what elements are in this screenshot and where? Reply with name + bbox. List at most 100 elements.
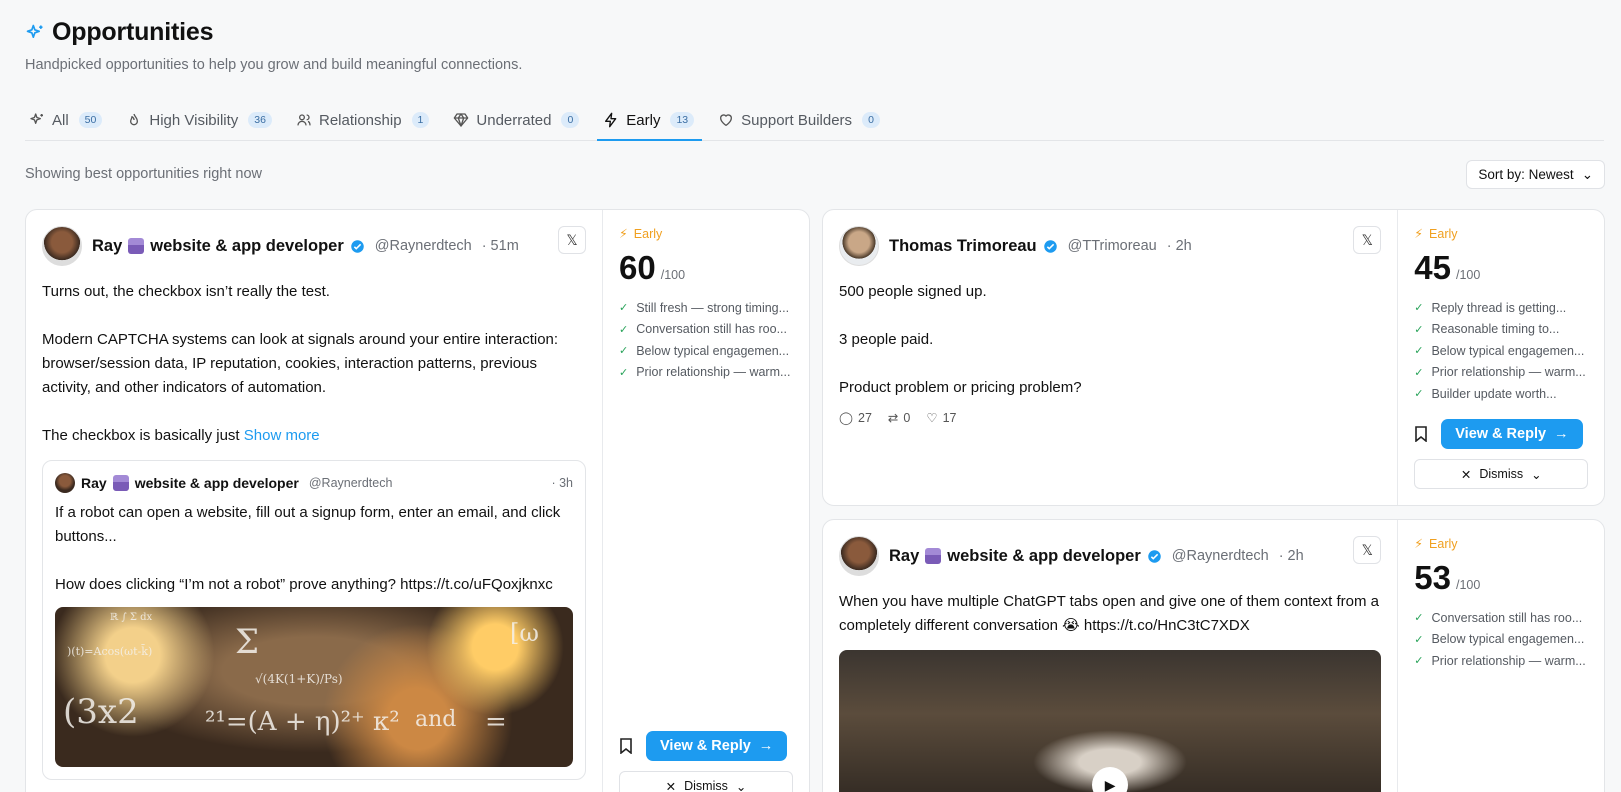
bookmark-icon[interactable] — [619, 738, 633, 754]
tweet-text: When you have multiple ChatGPT tabs open… — [839, 593, 1380, 634]
post-time: · 2h — [1166, 238, 1192, 254]
author-name[interactable]: Ray website & app developer — [889, 547, 1162, 566]
post-time: · 51m — [481, 238, 519, 254]
retweet-icon: ⇄ — [887, 411, 899, 425]
tweet-text: 500 people signed up. 3 people paid. Pro… — [839, 283, 1082, 396]
view-reply-button[interactable]: View & Reply → — [646, 731, 788, 761]
users-icon — [297, 114, 311, 126]
media-video[interactable]: ▶ — [839, 650, 1382, 792]
sparkles-icon — [30, 113, 43, 124]
view-reply-button[interactable]: View & Reply → — [1441, 419, 1583, 449]
author-name[interactable]: Ray website & app developer — [92, 237, 365, 256]
check-icon: ✓ — [1414, 323, 1424, 336]
zap-icon: ⚡ — [1414, 537, 1424, 551]
tab-support-builders[interactable]: Support Builders 0 — [714, 100, 884, 140]
author-handle[interactable]: @TTrimoreau — [1068, 238, 1157, 254]
verified-badge-icon — [1043, 239, 1057, 253]
reason-item: ✓ Below typical engagemen... — [1414, 343, 1585, 358]
bookmark-icon[interactable] — [1414, 426, 1428, 442]
tab-label: Support Builders — [741, 111, 853, 129]
tab-count-badge: 0 — [862, 112, 880, 128]
tab-label: High Visibility — [149, 111, 239, 129]
tweet-panel: Thomas Trimoreau @TTrimoreau · 2h 𝕏 500 … — [823, 210, 1399, 505]
author-name[interactable]: Thomas Trimoreau — [889, 237, 1058, 256]
score: 45/100 — [1414, 249, 1481, 286]
reason-item: ✓ Prior relationship — warm... — [1414, 653, 1586, 668]
quote-author-name: Ray — [81, 475, 107, 491]
avatar — [55, 473, 75, 493]
chevron-down-icon: ⌄ — [735, 779, 747, 792]
check-icon: ✓ — [1414, 633, 1424, 646]
reason-item: ✓ Reasonable timing to... — [1414, 322, 1560, 337]
close-icon: ✕ — [665, 779, 677, 792]
tab-count-badge: 36 — [248, 112, 272, 128]
quoted-tweet[interactable]: Ray website & app developer @Raynerdtech… — [42, 460, 586, 780]
score: 53/100 — [1414, 559, 1481, 596]
check-icon: ✓ — [619, 366, 629, 379]
score-panel: ⚡ Early 45/100 ✓ Reply thread is getting..… — [1398, 210, 1604, 505]
tab-all[interactable]: All 50 — [25, 100, 106, 140]
score-panel: ⚡ Early 53/100 ✓ Conversation still has ro… — [1398, 520, 1604, 792]
dismiss-button[interactable]: ✕ Dismiss ⌄ — [619, 771, 793, 792]
zap-icon: ⚡ — [1414, 227, 1424, 241]
reason-item: ✓ Below typical engagemen... — [1414, 632, 1585, 647]
close-icon: ✕ — [1460, 467, 1472, 482]
zap-icon — [605, 112, 617, 128]
page-subtitle: Handpicked opportunities to help you gro… — [25, 57, 523, 73]
comment-icon: ◯ — [839, 411, 853, 425]
quote-text: If a robot can open a website, fill out … — [55, 504, 561, 593]
verified-badge-icon — [351, 239, 364, 253]
quote-author-suffix: website & app developer — [134, 475, 299, 491]
like-count[interactable]: ♡ 17 — [926, 410, 956, 426]
zap-icon: ⚡ — [619, 227, 628, 241]
heart-icon: ♡ — [926, 411, 938, 425]
tab-high-visibility[interactable]: High Visibility 36 — [122, 100, 276, 140]
reason-list: ✓ Still fresh — strong timing... ✓ Convers… — [619, 297, 793, 383]
tab-relationship[interactable]: Relationship 1 — [292, 100, 433, 140]
reason-item: ✓ Conversation still has roo... — [1414, 610, 1583, 625]
tweet-panel: Ray website & app developer @Raynerdtech… — [823, 520, 1399, 792]
check-icon: ✓ — [619, 345, 629, 358]
tab-count-badge: 50 — [78, 112, 103, 128]
play-icon[interactable]: ▶ — [1092, 767, 1129, 792]
x-logo-icon[interactable]: 𝕏 — [558, 226, 586, 254]
reason-item: ✓ Still fresh — strong timing... — [619, 300, 790, 315]
check-icon: ✓ — [1414, 302, 1424, 315]
chevron-down-icon: ⌄ — [1531, 467, 1542, 482]
tab-count-badge: 13 — [670, 112, 695, 128]
check-icon: ✓ — [1414, 612, 1424, 625]
tab-count-badge: 0 — [561, 112, 580, 128]
developer-emoji-icon — [128, 238, 145, 254]
tweet-stats: ◯ 27 ⇄ 0 ♡ 17 — [839, 410, 1381, 426]
show-more-link[interactable]: Show more — [244, 427, 320, 444]
media-image[interactable]: (3x2 ²¹=(A + η)²⁺ κ² and = Σ √(4K(1+K)/P… — [55, 607, 573, 767]
tab-label: Early — [626, 111, 661, 129]
author-handle[interactable]: @Raynerdtech — [1172, 548, 1269, 564]
filter-tabs: All 50 High Visibility 36 Relationship 1… — [25, 100, 1604, 141]
tab-label: Relationship — [318, 111, 402, 129]
retweet-count[interactable]: ⇄0 — [887, 410, 910, 426]
tweet-panel: Ray website & app developer @Raynerdtech… — [26, 210, 603, 792]
heart-icon — [720, 114, 733, 126]
tweet-text: Turns out, the checkbox isn’t really the… — [42, 283, 559, 444]
check-icon: ✓ — [619, 302, 629, 315]
check-icon: ✓ — [619, 323, 629, 336]
gem-icon — [454, 113, 469, 127]
x-logo-icon[interactable]: 𝕏 — [1353, 536, 1382, 564]
page-title: Opportunities — [52, 18, 214, 46]
tab-underrated[interactable]: Underrated 0 — [449, 100, 583, 140]
sort-dropdown[interactable]: Sort by: Newest ⌄ — [1466, 160, 1605, 189]
reply-count[interactable]: ◯ 27 — [839, 410, 872, 426]
developer-emoji-icon — [112, 475, 129, 491]
tab-count-badge: 1 — [411, 112, 430, 128]
sort-label: Sort by: Newest — [1478, 167, 1574, 182]
score: 60/100 — [619, 249, 686, 286]
dismiss-button[interactable]: ✕ Dismiss ⌄ — [1414, 459, 1589, 489]
tab-early[interactable]: Early 13 — [597, 100, 703, 141]
flame-icon — [130, 113, 139, 126]
quote-author-handle: @Raynerdtech — [308, 476, 393, 490]
author-handle[interactable]: @Raynerdtech — [375, 238, 472, 254]
check-icon: ✓ — [1414, 345, 1424, 358]
x-logo-icon[interactable]: 𝕏 — [1353, 226, 1382, 254]
avatar — [42, 226, 82, 266]
